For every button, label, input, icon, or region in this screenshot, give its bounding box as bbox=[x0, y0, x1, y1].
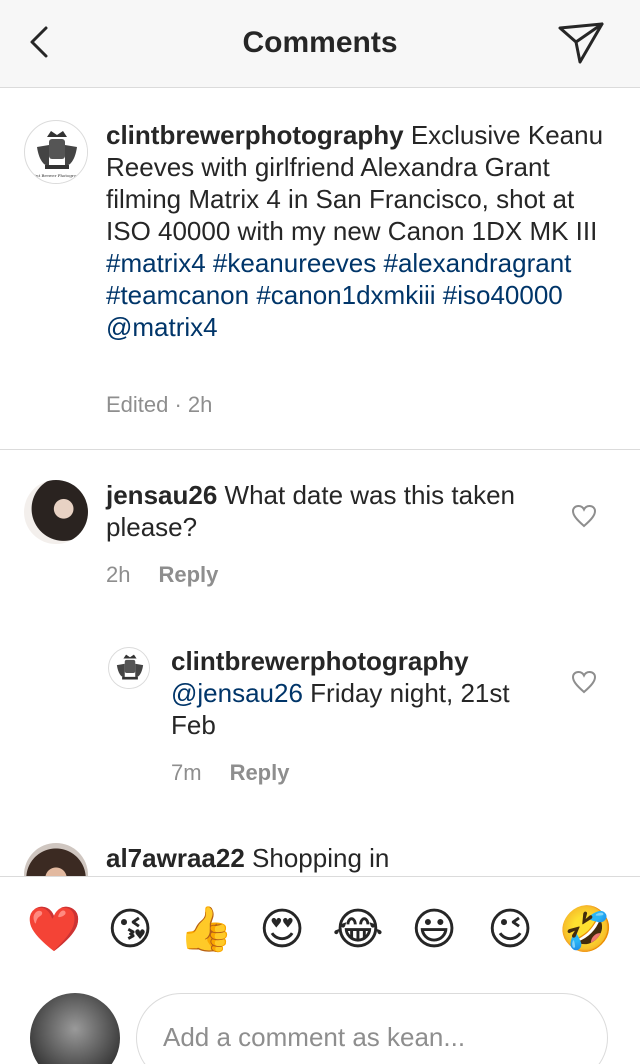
header-bar: Comments bbox=[0, 0, 640, 88]
comment-input[interactable]: Add a comment as kean... bbox=[136, 993, 608, 1064]
reply-mention[interactable]: @jensau26 bbox=[171, 678, 303, 708]
crest-logo-icon: Clint Brewer Photography bbox=[26, 122, 87, 183]
reply-text: clintbrewerphotography @jensau26 Friday … bbox=[171, 645, 541, 741]
heart-icon[interactable] bbox=[571, 504, 597, 528]
composer-panel: ❤️ 😘 👍 😍 😂 😃 😉 🤣 Add a comment as kean..… bbox=[0, 876, 640, 1064]
comment-username[interactable]: al7awraa22 bbox=[106, 843, 245, 873]
rolling-laughing-emoji-button[interactable]: 🤣 bbox=[556, 895, 616, 965]
heart-icon[interactable] bbox=[571, 670, 597, 694]
reply-button[interactable]: Reply bbox=[230, 760, 290, 785]
comment-body: Shopping in bbox=[252, 843, 390, 873]
red-heart-emoji-button[interactable]: ❤️ bbox=[24, 895, 84, 965]
kiss-face-emoji-button[interactable]: 😘 bbox=[100, 895, 160, 965]
reply-username[interactable]: clintbrewerphotography bbox=[171, 646, 469, 676]
comment-meta: 2h Reply bbox=[106, 562, 218, 588]
reply-author-avatar[interactable] bbox=[108, 647, 150, 689]
reply-button[interactable]: Reply bbox=[158, 562, 218, 587]
comment-text: al7awraa22 Shopping in bbox=[106, 842, 546, 874]
post-author-avatar[interactable]: Clint Brewer Photography bbox=[24, 120, 88, 184]
comment-username[interactable]: jensau26 bbox=[106, 480, 217, 510]
divider bbox=[0, 449, 640, 450]
reply-time: 7m bbox=[171, 760, 202, 785]
quick-emoji-row: ❤️ 😘 👍 😍 😂 😃 😉 🤣 bbox=[0, 895, 640, 969]
smiley-emoji-button[interactable]: 😃 bbox=[404, 895, 464, 965]
post-hashtags[interactable]: #matrix4 #keanureeves #alexandragrant #t… bbox=[106, 248, 571, 342]
post-author-username[interactable]: clintbrewerphotography bbox=[106, 120, 404, 150]
post-meta: Edited · 2h bbox=[106, 392, 213, 417]
paper-plane-icon bbox=[558, 22, 604, 64]
comment-time: 2h bbox=[106, 562, 131, 587]
heart-eyes-emoji-button[interactable]: 😍 bbox=[252, 895, 312, 965]
crest-logo-icon bbox=[109, 648, 149, 688]
reply-meta: 7m Reply bbox=[171, 760, 289, 786]
page-title: Comments bbox=[242, 26, 398, 59]
thumbs-up-emoji-button[interactable]: 👍 bbox=[176, 895, 236, 965]
svg-text:Clint Brewer Photography: Clint Brewer Photography bbox=[30, 173, 84, 178]
tears-of-joy-emoji-button[interactable]: 😂 bbox=[328, 895, 388, 965]
wink-emoji-button[interactable]: 😉 bbox=[480, 895, 540, 965]
comment-text: jensau26 What date was this taken please… bbox=[106, 479, 546, 543]
current-user-avatar bbox=[30, 993, 120, 1064]
commenter-avatar[interactable] bbox=[24, 480, 88, 544]
share-button[interactable] bbox=[556, 20, 606, 68]
post-caption: clintbrewerphotography Exclusive Keanu R… bbox=[106, 119, 620, 343]
